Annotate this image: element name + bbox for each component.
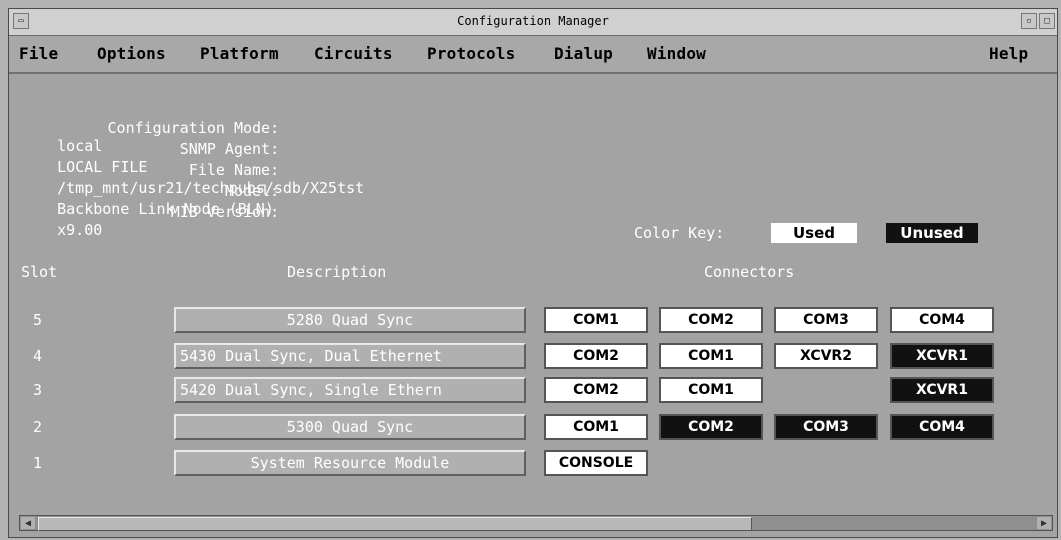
connector-button[interactable]: COM1 [659, 343, 763, 369]
connector-button[interactable]: XCVR2 [774, 343, 878, 369]
menu-options[interactable]: Options [97, 44, 166, 63]
connector-button[interactable]: COM3 [774, 307, 878, 333]
slot-description-button[interactable]: 5300 Quad Sync [174, 414, 526, 440]
minimize-icon[interactable]: ▫ [1021, 13, 1037, 29]
menu-circuits[interactable]: Circuits [314, 44, 393, 63]
connector-button[interactable]: XCVR1 [890, 377, 994, 403]
connector-button[interactable]: COM3 [774, 414, 878, 440]
mib-label: MIB Version: [170, 203, 280, 221]
menu-file[interactable]: File [19, 44, 58, 63]
info-mib-version: MIB Version: x9.00 [21, 185, 279, 257]
connector-button[interactable]: COM4 [890, 414, 994, 440]
scroll-left-icon[interactable]: ◀ [21, 517, 35, 529]
color-key-label: Color Key: [634, 224, 725, 242]
mib-value: x9.00 [57, 221, 103, 239]
slot-number: 5 [33, 311, 43, 329]
slot-number: 4 [33, 347, 43, 365]
connectors-header: Connectors [704, 263, 795, 281]
connector-button[interactable]: COM1 [544, 307, 648, 333]
slot-description-button[interactable]: System Resource Module [174, 450, 526, 476]
slot-description-button[interactable]: 5420 Dual Sync, Single Ethern [174, 377, 526, 403]
menu-bar: File Options Platform Circuits Protocols… [9, 36, 1057, 74]
scroll-right-icon[interactable]: ▶ [1037, 517, 1051, 529]
slot-description-button[interactable]: 5280 Quad Sync [174, 307, 526, 333]
connector-button[interactable]: COM2 [544, 377, 648, 403]
maximize-icon[interactable]: □ [1039, 13, 1055, 29]
slot-description-button[interactable]: 5430 Dual Sync, Dual Ethernet [174, 343, 526, 369]
menu-platform[interactable]: Platform [200, 44, 279, 63]
connector-button[interactable]: COM1 [544, 414, 648, 440]
scrollbar-thumb[interactable] [38, 517, 752, 531]
menu-protocols[interactable]: Protocols [427, 44, 516, 63]
menu-dialup[interactable]: Dialup [554, 44, 613, 63]
configuration-manager-window: ▭ Configuration Manager ▫ □ File Options… [8, 8, 1058, 538]
window-title: Configuration Manager [457, 14, 609, 28]
connector-button[interactable]: CONSOLE [544, 450, 648, 476]
connector-button[interactable]: COM2 [659, 307, 763, 333]
menu-help[interactable]: Help [989, 44, 1028, 63]
color-key-unused: Unused [886, 223, 978, 243]
slot-number: 2 [33, 418, 43, 436]
slot-number: 1 [33, 454, 43, 472]
connector-button[interactable]: XCVR1 [890, 343, 994, 369]
connector-button[interactable]: COM2 [659, 414, 763, 440]
title-bar[interactable]: ▭ Configuration Manager ▫ □ [9, 9, 1057, 36]
description-header: Description [287, 263, 387, 281]
connector-button[interactable]: COM4 [890, 307, 994, 333]
horizontal-scrollbar[interactable]: ◀ ▶ [19, 515, 1053, 531]
connector-button[interactable]: COM1 [659, 377, 763, 403]
slot-header: Slot [21, 263, 58, 281]
slot-number: 3 [33, 381, 43, 399]
connector-button[interactable]: COM2 [544, 343, 648, 369]
color-key-used: Used [771, 223, 857, 243]
menu-window[interactable]: Window [647, 44, 706, 63]
